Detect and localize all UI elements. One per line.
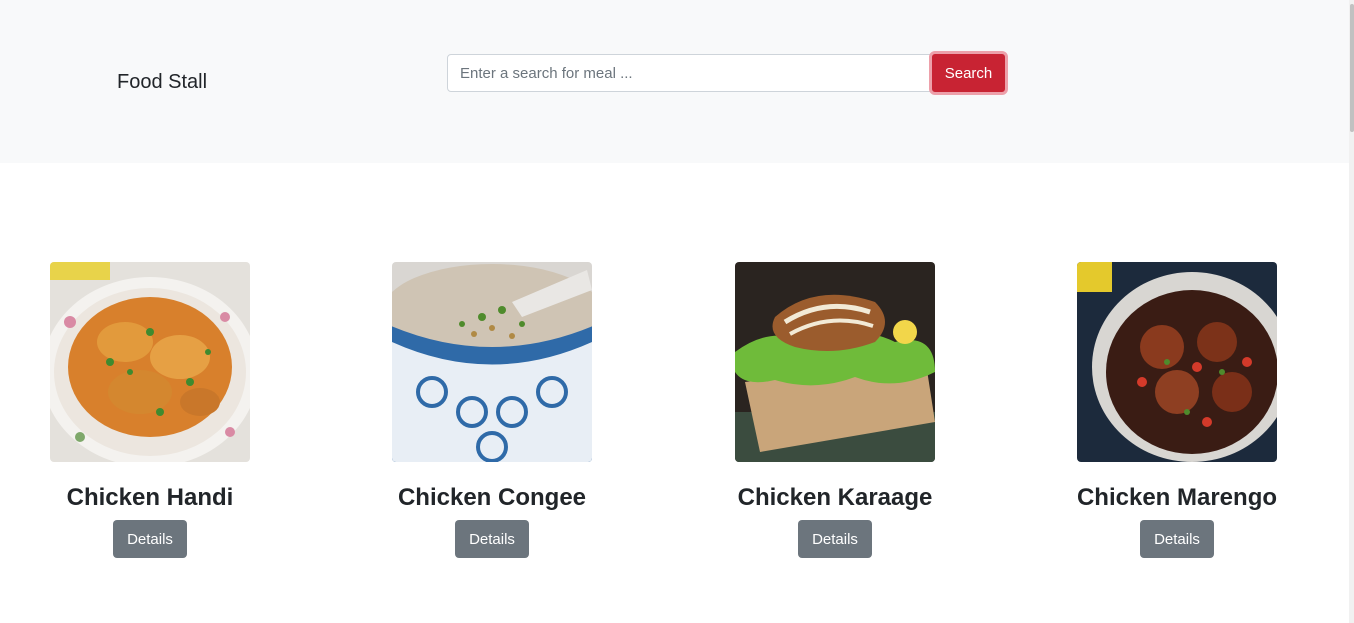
meal-title: Chicken Congee — [397, 484, 587, 511]
search-input[interactable] — [447, 54, 932, 92]
search-button[interactable]: Search — [929, 51, 1008, 95]
meal-title: Chicken Handi — [66, 484, 234, 511]
meal-image — [50, 262, 250, 462]
details-button[interactable]: Details — [455, 520, 529, 558]
details-button[interactable]: Details — [113, 520, 187, 558]
scrollbar-thumb[interactable] — [1350, 4, 1354, 132]
page: Food Stall Search — [0, 0, 1354, 623]
details-button[interactable]: Details — [798, 520, 872, 558]
meal-title: Chicken Karaage — [737, 484, 933, 511]
meal-image — [1077, 262, 1277, 462]
meal-image — [735, 262, 935, 462]
meal-title: Chicken Marengo — [1076, 484, 1278, 511]
header: Food Stall Search — [0, 0, 1349, 163]
meal-image — [392, 262, 592, 462]
brand-link[interactable]: Food Stall — [117, 71, 207, 93]
details-button[interactable]: Details — [1140, 520, 1214, 558]
